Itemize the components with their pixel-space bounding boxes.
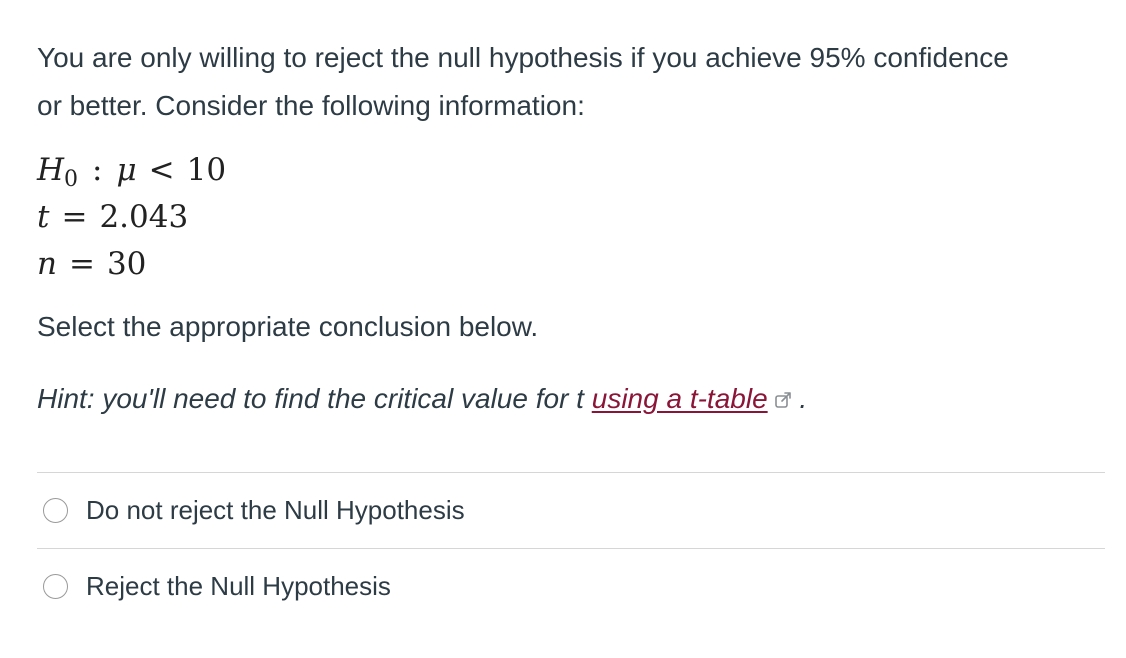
n-symbol: n [37, 246, 57, 282]
less-than-operator: < [148, 152, 175, 188]
sample-size-equation: n = 30 [37, 244, 146, 284]
question-prompt: You are only willing to reject the null … [37, 42, 1009, 121]
t-table-link[interactable]: using a t-table [592, 383, 768, 414]
hypothesis-colon: : [92, 152, 103, 188]
t-symbol: t [37, 199, 50, 235]
hypothesis-symbol: H [37, 152, 65, 188]
option-label: Do not reject the Null Hypothesis [86, 494, 465, 525]
divider [37, 548, 1105, 549]
n-value: 30 [106, 246, 147, 282]
hint-suffix: . [791, 383, 808, 414]
t-value: 2.043 [99, 199, 189, 235]
hypothesis-subscript: 0 [64, 167, 79, 192]
instruction-text: Select the appropriate conclusion below. [37, 311, 539, 342]
mu-symbol: μ [116, 152, 137, 188]
null-hypothesis-equation: H0: μ <10 [37, 150, 226, 200]
option-do-not-reject[interactable]: Do not reject the Null Hypothesis [43, 490, 465, 530]
equals-operator: = [61, 199, 88, 235]
hypothesis-value: 10 [186, 152, 227, 188]
option-reject[interactable]: Reject the Null Hypothesis [43, 566, 391, 606]
equals-operator: = [68, 246, 95, 282]
hint-prefix: Hint: you'll need to find the critical v… [37, 383, 592, 414]
option-label: Reject the Null Hypothesis [86, 570, 391, 601]
hint-text: Hint: you'll need to find the critical v… [37, 377, 807, 421]
radio-button[interactable] [43, 497, 68, 523]
external-link-icon[interactable] [774, 391, 792, 409]
t-statistic-equation: t = 2.043 [37, 197, 188, 237]
divider [37, 472, 1105, 473]
radio-button[interactable] [43, 573, 68, 599]
